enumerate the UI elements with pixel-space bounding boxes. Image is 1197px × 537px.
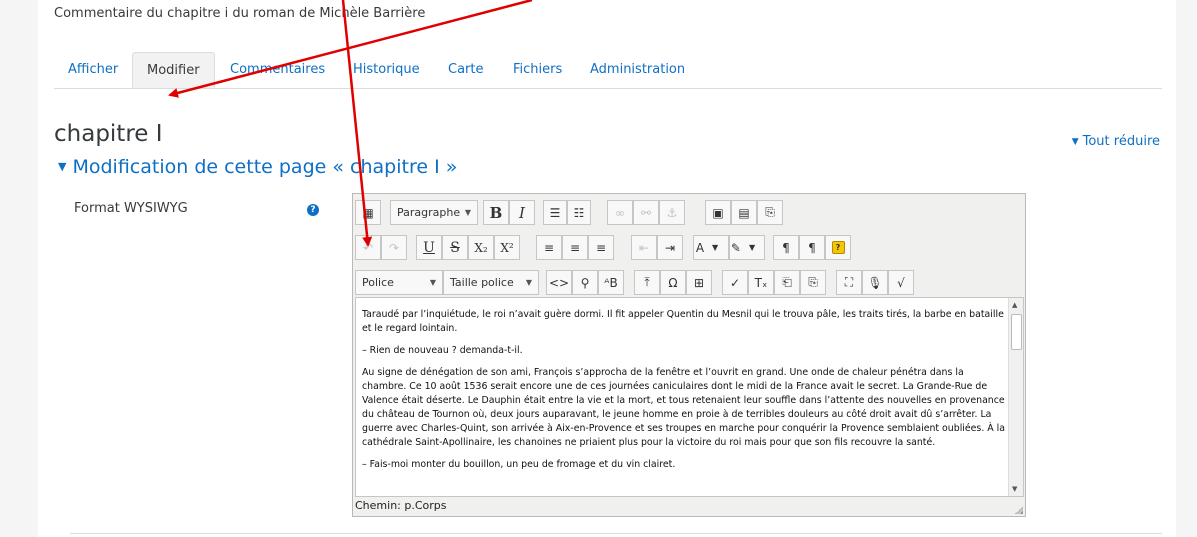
font-size-select[interactable]: Taille police ▼ <box>443 270 539 295</box>
collapse-all-link[interactable]: ▼ Tout réduire <box>1072 134 1160 149</box>
fullscreen-icon[interactable]: ⛶ <box>836 270 862 295</box>
undo-icon[interactable]: ↶ <box>355 235 381 260</box>
page-content: Commentaire du chapitre i du roman de Mi… <box>38 0 1176 537</box>
clean-html-icon[interactable]: ✓ <box>722 270 748 295</box>
tab-historique[interactable]: Historique <box>339 52 434 88</box>
editor-scrollbar[interactable]: ▲ ▼ <box>1008 298 1023 496</box>
breadcrumb: Commentaire du chapitre i du roman de Mi… <box>54 6 426 21</box>
toolbar-row-2: ↶ ↷ U S X₂ X² ≡ ≡ ≡ ⇤ ⇥ A ▼ ✎ ▼ ¶ ¶ ? <box>355 235 1023 262</box>
paragraph: – Rien de nouveau ? demanda-t-il. <box>362 345 523 356</box>
paragraph: – Fais-moi monter du bouillon, un peu de… <box>362 459 676 470</box>
indent-icon[interactable]: ⇥ <box>657 235 683 260</box>
toolbar-toggle-icon[interactable]: ▦ <box>355 200 381 225</box>
search-replace-icon[interactable]: ⚲ <box>572 270 598 295</box>
align-right-icon[interactable]: ≡ <box>588 235 614 260</box>
collapse-all-label: Tout réduire <box>1082 134 1160 149</box>
chevron-down-icon: ▼ <box>464 208 471 217</box>
paste-text-icon[interactable]: ⎗ <box>774 270 800 295</box>
editor-text[interactable]: Taraudé par l’inquiétude, le roi n’avait… <box>362 308 1010 480</box>
help-button-icon[interactable]: ? <box>825 235 851 260</box>
underline-icon[interactable]: U <box>416 235 442 260</box>
help-icon[interactable]: ? <box>307 204 319 216</box>
file-manage-icon[interactable]: ⎘ <box>757 200 783 225</box>
format-select[interactable]: Paragraphe ▼ <box>390 200 478 225</box>
align-left-icon[interactable]: ≡ <box>536 235 562 260</box>
numbered-list-icon[interactable]: ☷ <box>567 200 591 225</box>
spellcheck-icon[interactable]: ᴬB <box>598 270 624 295</box>
chevron-down-icon: ▼ <box>429 278 436 287</box>
background-color-icon[interactable]: ✎ ▼ <box>729 235 765 260</box>
section-triangle-icon: ▼ <box>58 160 67 173</box>
paragraph: Taraudé par l’inquiétude, le roi n’avait… <box>362 309 1004 334</box>
tab-fichiers[interactable]: Fichiers <box>499 52 576 88</box>
bullet-list-icon[interactable]: ☰ <box>543 200 567 225</box>
section-header[interactable]: ▼ Modification de cette page « chapitre I… <box>58 156 457 178</box>
subscript-icon[interactable]: X₂ <box>468 235 494 260</box>
equation-icon[interactable]: √ <box>888 270 914 295</box>
text-color-icon[interactable]: A ▼ <box>693 235 729 260</box>
chevron-down-icon: ▼ <box>525 278 532 287</box>
anchor-link-icon[interactable]: ⚓ <box>659 200 685 225</box>
record-audio-icon[interactable]: 🎙 <box>862 270 888 295</box>
divider <box>70 533 1162 534</box>
image-icon[interactable]: ▣ <box>705 200 731 225</box>
editor-content-area[interactable]: Taraudé par l’inquiétude, le roi n’avait… <box>355 297 1024 497</box>
field-label: Format WYSIWYG <box>74 201 188 216</box>
paragraph: Au signe de dénégation de son ami, Franç… <box>362 367 1006 448</box>
font-select-value: Police <box>362 276 394 289</box>
redo-icon[interactable]: ↷ <box>381 235 407 260</box>
font-select[interactable]: Police ▼ <box>355 270 443 295</box>
strikethrough-icon[interactable]: S <box>442 235 468 260</box>
tab-bar: Afficher Modifier Commentaires Historiqu… <box>54 52 1162 89</box>
bold-icon[interactable]: B <box>483 200 509 225</box>
italic-icon[interactable]: I <box>509 200 535 225</box>
tab-commentaires[interactable]: Commentaires <box>216 52 339 88</box>
editor-status-path: Chemin: p.Corps <box>355 499 447 512</box>
toolbar-row-1: ▦ Paragraphe ▼ B I ☰ ☷ ∞ ⚯ ⚓ ▣ ▤ ⎘ <box>355 200 1023 227</box>
tab-afficher[interactable]: Afficher <box>54 52 132 88</box>
tab-modifier[interactable]: Modifier <box>132 52 215 88</box>
tab-administration[interactable]: Administration <box>576 52 699 88</box>
html-code-icon[interactable]: <> <box>546 270 572 295</box>
special-character-icon[interactable]: Ω <box>660 270 686 295</box>
format-select-value: Paragraphe <box>397 206 461 219</box>
unlink-icon[interactable]: ⚯ <box>633 200 659 225</box>
font-size-value: Taille police <box>450 276 514 289</box>
media-icon[interactable]: ▤ <box>731 200 757 225</box>
wysiwyg-editor: ▦ Paragraphe ▼ B I ☰ ☷ ∞ ⚯ ⚓ ▣ ▤ ⎘ ↶ ↷ U … <box>352 193 1026 517</box>
superscript-icon[interactable]: X² <box>494 235 520 260</box>
section-title: Modification de cette page « chapitre I … <box>72 156 458 178</box>
tab-carte[interactable]: Carte <box>434 52 497 88</box>
toolbar-row-3: Police ▼ Taille police ▼ <> ⚲ ᴬB ⤒ Ω ⊞ ✓ T… <box>355 270 1023 297</box>
scroll-down-icon[interactable]: ▼ <box>1012 485 1017 493</box>
paste-word-icon[interactable]: ⎘ <box>800 270 826 295</box>
outdent-icon[interactable]: ⇤ <box>631 235 657 260</box>
align-center-icon[interactable]: ≡ <box>562 235 588 260</box>
scroll-up-icon[interactable]: ▲ <box>1012 301 1017 309</box>
resize-handle-icon[interactable] <box>1015 506 1023 514</box>
scroll-thumb[interactable] <box>1011 314 1022 350</box>
page-title: chapitre I <box>54 121 163 148</box>
link-icon[interactable]: ∞ <box>607 200 633 225</box>
insert-anchor-icon[interactable]: ⤒ <box>634 270 660 295</box>
clear-formatting-icon[interactable]: Tₓ <box>748 270 774 295</box>
table-icon[interactable]: ⊞ <box>686 270 712 295</box>
rtl-icon[interactable]: ¶ <box>799 235 825 260</box>
collapse-triangle-icon: ▼ <box>1071 137 1079 147</box>
ltr-icon[interactable]: ¶ <box>773 235 799 260</box>
